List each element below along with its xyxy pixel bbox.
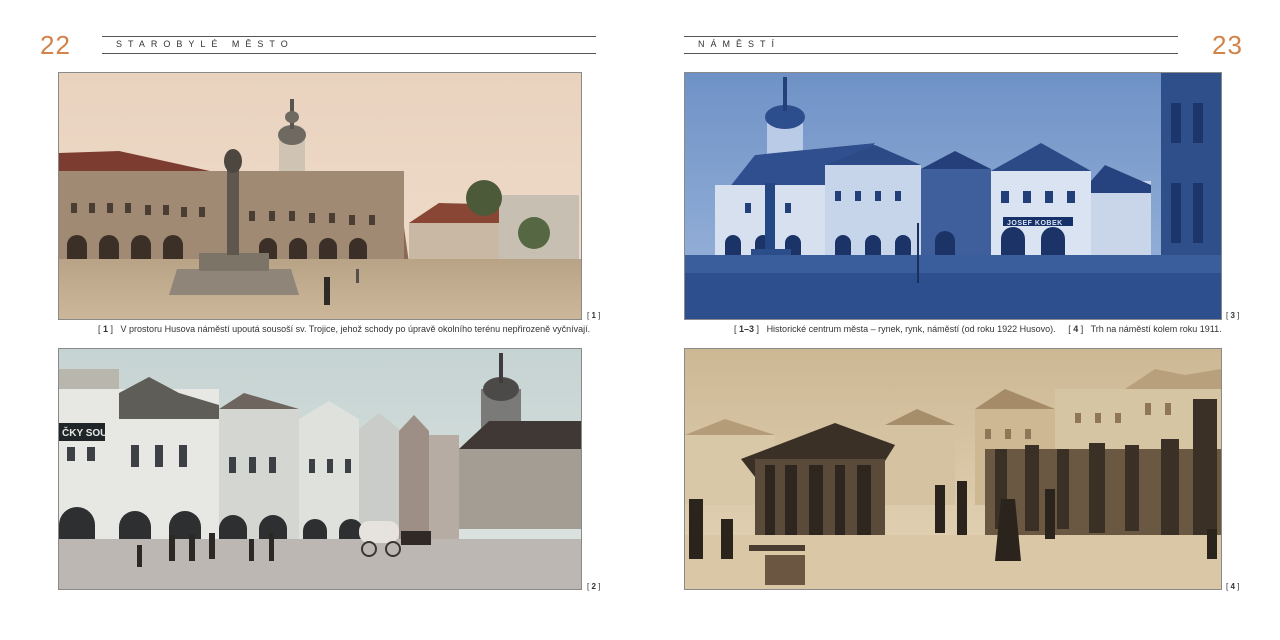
shop-sign-soukup: ČKY SOUKUP <box>62 426 129 439</box>
photo-ref-4: [ 4 ] <box>1226 582 1240 591</box>
photo-ref-3: [ 3 ] <box>1226 311 1240 320</box>
page-number-right: 23 <box>1212 30 1243 60</box>
caption-right-text-b: Trh na náměstí kolem roku 1911. <box>1090 324 1222 334</box>
caption-left-text: V prostoru Husova náměstí upoutá sousoší… <box>120 324 591 334</box>
caption-left: [ 1 ] V prostoru Husova náměstí upoutá s… <box>98 324 591 334</box>
caption-right-ref-a: 1–3 <box>739 324 755 334</box>
running-header-left: STAROBYLÉ MĚSTO <box>102 36 596 54</box>
caption-right: [ 1–3 ] Historické centrum města – rynek… <box>734 324 1222 334</box>
section-title-right: NÁMĚSTÍ <box>698 39 781 49</box>
caption-right-ref-b: 4 <box>1073 324 1079 334</box>
shop-sign-kobek: JOSEF KOBEK <box>1007 220 1063 227</box>
photo-market-1911 <box>684 348 1222 590</box>
photo-square-cyanotype: JOSEF KOBEK <box>684 72 1222 320</box>
photo-ref-1: [ 1 ] <box>587 311 601 320</box>
caption-left-ref: 1 <box>103 324 109 334</box>
photo-ref-2: [ 2 ] <box>587 582 601 591</box>
photo-square-gabled-houses: ČKY SOUKUP <box>58 348 582 590</box>
section-title-left: STAROBYLÉ MĚSTO <box>116 39 294 49</box>
running-header-right: NÁMĚSTÍ <box>684 36 1178 54</box>
page-number-left: 22 <box>40 30 71 60</box>
photo-square-trinity-column <box>58 72 582 320</box>
caption-right-text-a: Historické centrum města – rynek, rynk, … <box>766 324 1056 334</box>
